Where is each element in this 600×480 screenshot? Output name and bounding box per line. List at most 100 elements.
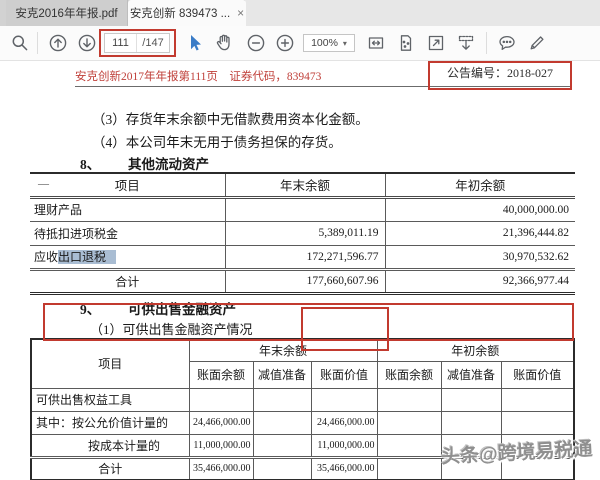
comment-icon[interactable] <box>497 33 517 53</box>
table-row-input-vat: 待抵扣进项税金 5,389,011.19 21,396,444.82 <box>30 221 575 245</box>
search-icon[interactable] <box>10 33 30 53</box>
cell-year-begin: 92,366,977.44 <box>385 269 575 293</box>
cell-value <box>253 411 311 434</box>
total-pages-label: /147 <box>137 34 169 52</box>
cell-value: 35,466,000.00 <box>311 457 377 480</box>
zoom-out-icon[interactable] <box>246 33 266 53</box>
group-header-year-end: 年末余额 <box>189 339 377 361</box>
cell-value: 35,466,000.00 <box>189 457 253 480</box>
zoom-in-icon[interactable] <box>275 33 295 53</box>
cell-item: 按成本计量的 <box>31 434 189 457</box>
col-header-item: 项目 <box>31 339 189 388</box>
item-prefix: 应收 <box>34 250 58 264</box>
cell-year-end: 5,389,011.19 <box>225 221 385 245</box>
tab-label: 安克2016年年报.pdf <box>15 5 117 21</box>
section-9-subtitle: （1）可供出售金融资产情况 <box>90 319 253 338</box>
tab-2016-annual-report[interactable]: 安克2016年年报.pdf <box>6 0 128 26</box>
cell-item: 可供出售权益工具 <box>31 388 189 411</box>
text-cursor-mark: — <box>38 178 49 190</box>
zoom-level-value: 100% <box>311 37 338 49</box>
cell-item: 待抵扣进项税金 <box>30 221 225 245</box>
select-cursor-icon[interactable] <box>184 33 204 53</box>
cell-value <box>189 388 253 411</box>
sub-header-book-value: 账面价值 <box>311 361 377 388</box>
cell-value <box>253 434 311 457</box>
cell-value <box>377 388 441 411</box>
header-rule <box>75 86 570 87</box>
highlighter-icon[interactable] <box>527 33 547 53</box>
cell-item: 应收出口退税 <box>30 245 225 269</box>
cell-value <box>253 457 311 480</box>
cell-value: 24,466,000.00 <box>311 411 377 434</box>
table-row-total: 合计 177,660,607.96 92,366,977.44 <box>30 269 575 293</box>
cell-value <box>501 388 574 411</box>
cell-value: 24,466,000.00 <box>189 411 253 434</box>
actual-size-icon[interactable] <box>396 33 416 53</box>
cell-value <box>441 388 501 411</box>
current-page-value[interactable]: 111 <box>105 34 137 52</box>
cell-year-begin: 21,396,444.82 <box>385 221 575 245</box>
announcement-number: 公告编号：2018-027 <box>430 64 570 81</box>
table-group-header-row: 项目 年末余额 年初余额 <box>31 339 574 361</box>
pdf-toolbar: 111 /147 100% ▾ <box>0 26 600 61</box>
cell-value <box>501 411 574 434</box>
cell-value <box>377 457 441 480</box>
cell-year-end <box>225 197 385 221</box>
snapshot-download-icon[interactable] <box>456 33 476 53</box>
cell-item: 理财产品 <box>30 197 225 221</box>
tab-839473-active[interactable]: 安克创新 839473 ... × <box>128 0 246 26</box>
group-header-year-begin: 年初余额 <box>377 339 574 361</box>
other-current-assets-table: — 项目 年末余额 年初余额 理财产品 40,000,000.00 待抵扣进项税… <box>30 172 575 295</box>
pdf-viewer-window: 安克2016年年报.pdf 安克创新 839473 ... × 111 /147 <box>0 0 600 480</box>
cell-value <box>311 388 377 411</box>
table-row-wealth-products: 理财产品 40,000,000.00 <box>30 197 575 221</box>
chevron-down-icon: ▾ <box>343 39 347 48</box>
cell-value: 11,000,000.00 <box>311 434 377 457</box>
close-icon[interactable]: × <box>237 7 244 19</box>
hand-tool-icon[interactable] <box>214 33 234 53</box>
page-down-icon[interactable] <box>77 33 97 53</box>
cell-item: 合计 <box>31 457 189 480</box>
section-8-title: 其他流动资产 <box>128 153 209 173</box>
col-header-year-begin: 年初余额 <box>385 173 575 197</box>
toolbar-separator <box>486 32 487 54</box>
paragraph-4: （4）本公司年末无用于债务担保的存货。 <box>92 131 342 151</box>
page-up-icon[interactable] <box>48 33 68 53</box>
cell-item: 合计 <box>30 269 225 293</box>
fit-page-icon[interactable] <box>426 33 446 53</box>
cell-year-begin: 30,970,532.62 <box>385 245 575 269</box>
cell-value <box>253 388 311 411</box>
col-header-item: — 项目 <box>30 173 225 197</box>
report-page-header: 安克创新2017年年报第111页 证券代码，839473 <box>75 68 321 84</box>
paragraph-3: （3）存货年末余额中无借款费用资本化金额。 <box>92 108 369 128</box>
table-row-equity-instruments: 可供出售权益工具 <box>31 388 574 411</box>
sub-header-impairment: 减值准备 <box>253 361 311 388</box>
table-header-row: — 项目 年末余额 年初余额 <box>30 173 575 197</box>
sub-header-book-balance: 账面余额 <box>189 361 253 388</box>
cell-value <box>441 411 501 434</box>
sub-header-book-value: 账面价值 <box>501 361 574 388</box>
pdf-page: 安克创新2017年年报第111页 证券代码，839473 公告编号：2018-0… <box>0 61 600 480</box>
cell-value <box>377 411 441 434</box>
section-9-number: 9、 <box>80 298 100 318</box>
table-row-fair-value-measured: 其中：按公允价值计量的 24,466,000.00 24,466,000.00 <box>31 411 574 434</box>
sub-header-impairment: 减值准备 <box>441 361 501 388</box>
cell-year-end: 172,271,596.77 <box>225 245 385 269</box>
sub-header-book-balance: 账面余额 <box>377 361 441 388</box>
selected-text: 出口退税 <box>58 250 116 264</box>
toolbar-separator <box>37 32 38 54</box>
fit-width-icon[interactable] <box>366 33 386 53</box>
zoom-level-select[interactable]: 100% ▾ <box>303 34 355 52</box>
table-row-export-tax-rebate: 应收出口退税 172,271,596.77 30,970,532.62 <box>30 245 575 269</box>
cell-value: 11,000,000.00 <box>189 434 253 457</box>
page-number-input[interactable]: 111 /147 <box>104 33 170 53</box>
tab-bar-empty-area <box>245 0 600 26</box>
col-header-year-end: 年末余额 <box>225 173 385 197</box>
section-8-number: 8、 <box>80 153 100 173</box>
cell-item: 其中：按公允价值计量的 <box>31 411 189 434</box>
cell-year-begin: 40,000,000.00 <box>385 197 575 221</box>
cell-value <box>377 434 441 457</box>
tab-bar: 安克2016年年报.pdf 安克创新 839473 ... × <box>0 0 600 26</box>
section-9-title: 可供出售金融资产 <box>128 298 236 318</box>
cell-year-end: 177,660,607.96 <box>225 269 385 293</box>
